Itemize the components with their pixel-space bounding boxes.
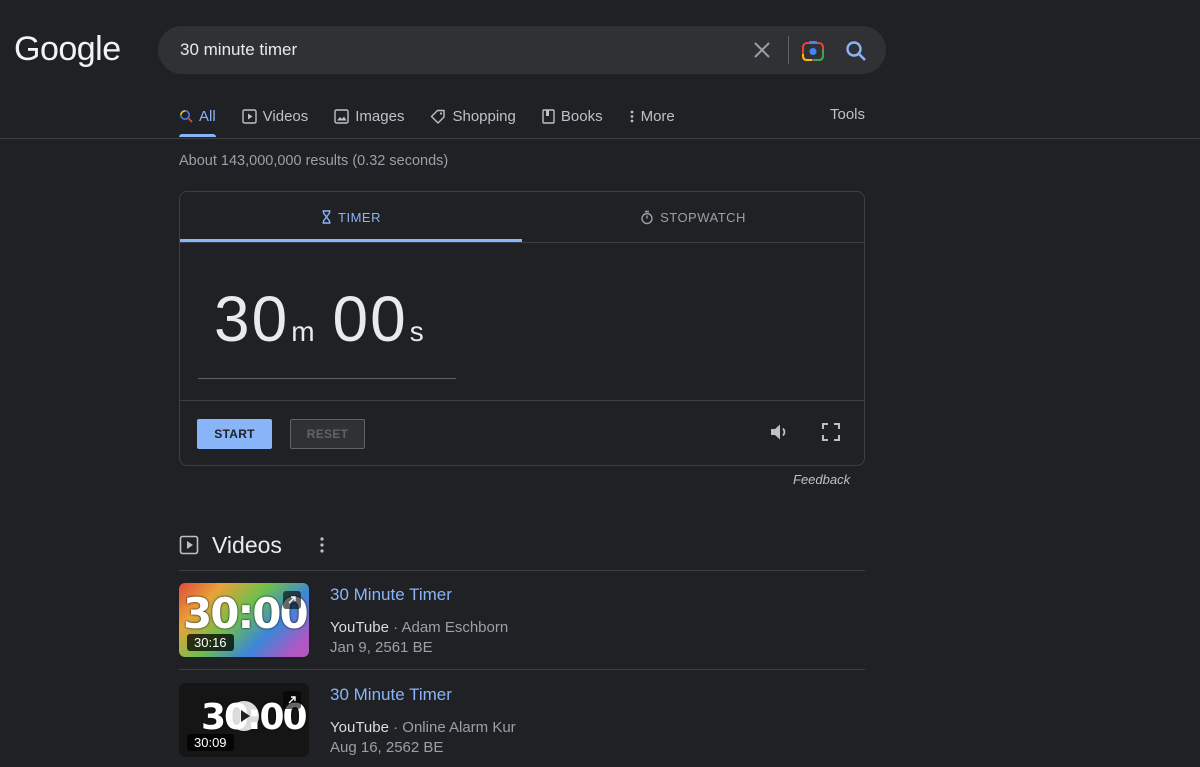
tab-all[interactable]: All <box>179 106 216 137</box>
more-vert-icon[interactable] <box>312 535 332 560</box>
tools-button[interactable]: Tools <box>830 106 865 123</box>
videos-divider <box>179 570 865 571</box>
video-thumbnail[interactable]: 30:00 30:16 <box>179 583 309 657</box>
tab-label: Shopping <box>452 107 516 125</box>
more-vert-icon <box>630 110 633 122</box>
tab-label: More <box>640 107 675 125</box>
timer-minutes: 30 <box>214 283 290 355</box>
hourglass-icon <box>322 210 331 224</box>
video-author: Online Alarm Kur <box>402 719 516 736</box>
timer-seconds: 00 <box>332 283 408 355</box>
video-source: YouTube · Online Alarm Kur <box>330 719 516 736</box>
google-logo[interactable]: Google <box>14 30 121 69</box>
video-date: Jan 9, 2561 BE <box>330 639 433 656</box>
image-icon <box>334 108 349 124</box>
timer-display[interactable]: 30m 00s <box>214 282 442 356</box>
expand-icon[interactable] <box>283 691 301 709</box>
video-title-link[interactable]: 30 Minute Timer <box>330 585 452 605</box>
tab-label: All <box>199 107 216 125</box>
search-box[interactable]: 30 minute timer <box>158 26 886 74</box>
clear-icon[interactable] <box>750 38 774 62</box>
tab-books[interactable]: Books <box>542 106 603 126</box>
video-duration: 30:09 <box>187 734 234 751</box>
video-title-link[interactable]: 30 Minute Timer <box>330 685 452 705</box>
timer-input-underline <box>198 378 456 379</box>
videos-divider <box>179 669 865 670</box>
videos-heading: Videos <box>212 532 282 558</box>
tab-label: Videos <box>262 107 309 125</box>
tab-timer-label: TIMER <box>338 209 381 225</box>
timer-minutes-unit: m <box>291 316 315 347</box>
video-source-name: YouTube <box>330 719 389 736</box>
tab-stopwatch-label: STOPWATCH <box>660 209 746 225</box>
video-date: Aug 16, 2562 BE <box>330 739 444 756</box>
card-divider <box>180 242 864 243</box>
search-input[interactable]: 30 minute timer <box>180 40 297 60</box>
video-thumbnail[interactable]: 30:00 30:09 <box>179 683 309 757</box>
video-icon <box>179 535 199 560</box>
tab-images[interactable]: Images <box>334 106 404 126</box>
book-icon <box>542 108 555 124</box>
video-source-name: YouTube <box>330 619 389 636</box>
expand-icon[interactable] <box>283 591 301 609</box>
tag-icon <box>431 109 446 124</box>
result-stats: About 143,000,000 results (0.32 seconds) <box>179 153 449 169</box>
tab-shopping[interactable]: Shopping <box>430 106 516 126</box>
play-icon[interactable] <box>229 701 259 731</box>
tab-timer[interactable]: TIMER <box>180 192 522 242</box>
feedback-link[interactable]: Feedback <box>793 472 850 487</box>
fullscreen-icon[interactable] <box>820 421 842 443</box>
timer-seconds-unit: s <box>409 316 424 347</box>
video-duration: 30:16 <box>187 634 234 651</box>
search-submit-icon[interactable] <box>843 38 869 64</box>
timer-card: TIMER STOPWATCH 30m 00s START RESET <box>179 191 865 466</box>
search-icon <box>180 110 193 123</box>
reset-button[interactable]: RESET <box>290 419 365 449</box>
start-button[interactable]: START <box>197 419 272 449</box>
stopwatch-icon <box>641 210 653 224</box>
camera-lens-icon[interactable] <box>800 38 826 64</box>
video-icon <box>241 108 257 124</box>
tab-videos[interactable]: Videos <box>241 106 309 126</box>
tab-label: Images <box>355 107 405 125</box>
tab-more[interactable]: More <box>629 106 675 126</box>
tab-label: Books <box>560 107 603 125</box>
video-author: Adam Eschborn <box>401 619 509 636</box>
card-divider <box>180 400 864 401</box>
search-tabs: All Videos Images Shopping Books More <box>179 106 701 138</box>
tab-stopwatch[interactable]: STOPWATCH <box>522 192 864 242</box>
video-source: YouTube · Adam Eschborn <box>330 619 509 636</box>
search-divider <box>788 36 789 64</box>
volume-icon[interactable] <box>768 421 790 443</box>
header-divider <box>0 138 1200 139</box>
